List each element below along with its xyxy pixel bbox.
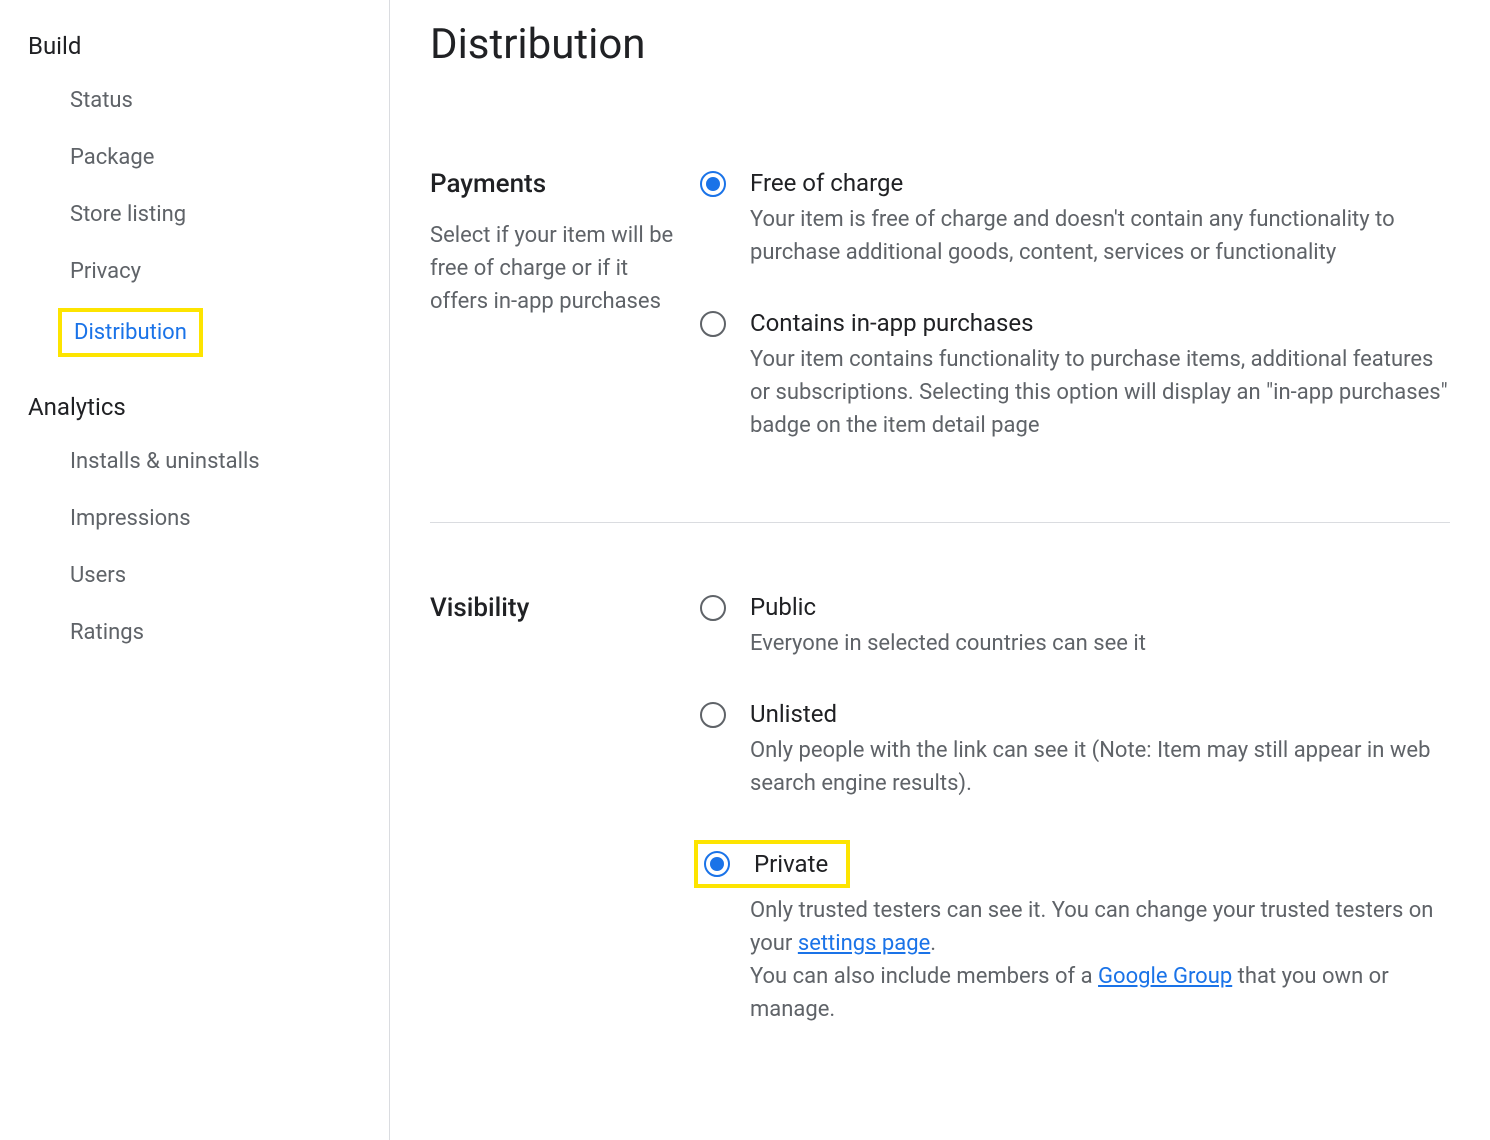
sidebar-item-distribution[interactable]: Distribution (70, 316, 191, 349)
main-content: Distribution Payments Select if your ite… (390, 0, 1490, 1140)
option-private-label: Private (754, 850, 828, 878)
sidebar-item-status[interactable]: Status (0, 72, 389, 129)
option-iap-content: Contains in-app purchases Your item cont… (750, 309, 1450, 442)
private-desc-mid: . (930, 931, 936, 956)
sidebar-item-store-listing[interactable]: Store listing (0, 186, 389, 243)
link-google-group[interactable]: Google Group (1098, 964, 1232, 989)
option-unlisted-content: Unlisted Only people with the link can s… (750, 700, 1450, 800)
radio-free[interactable] (700, 171, 726, 197)
option-unlisted-label: Unlisted (750, 700, 1450, 728)
page-title: Distribution (430, 20, 1450, 69)
payments-hint: Select if your item will be free of char… (430, 219, 680, 318)
option-unlisted: Unlisted Only people with the link can s… (700, 700, 1450, 800)
option-public-label: Public (750, 593, 1450, 621)
option-free-label: Free of charge (750, 169, 1450, 197)
sidebar-item-impressions[interactable]: Impressions (0, 490, 389, 547)
option-iap: Contains in-app purchases Your item cont… (700, 309, 1450, 442)
radio-public[interactable] (700, 595, 726, 621)
payments-title: Payments (430, 169, 680, 199)
radio-private[interactable] (704, 851, 730, 877)
radio-iap[interactable] (700, 311, 726, 337)
section-visibility-right: Public Everyone in selected countries ca… (700, 593, 1450, 1026)
option-public-content: Public Everyone in selected countries ca… (750, 593, 1450, 660)
option-public: Public Everyone in selected countries ca… (700, 593, 1450, 660)
sidebar-item-package[interactable]: Package (0, 129, 389, 186)
option-free-content: Free of charge Your item is free of char… (750, 169, 1450, 269)
sidebar: Build Status Package Store listing Priva… (0, 0, 390, 1140)
sidebar-item-ratings[interactable]: Ratings (0, 604, 389, 661)
option-unlisted-desc: Only people with the link can see it (No… (750, 734, 1450, 800)
section-payments-left: Payments Select if your item will be fre… (430, 169, 700, 442)
section-payments: Payments Select if your item will be fre… (430, 169, 1450, 523)
option-private: Private Only trusted testers can see it.… (700, 840, 1450, 1026)
sidebar-highlight-distribution: Distribution (58, 308, 203, 357)
option-iap-label: Contains in-app purchases (750, 309, 1450, 337)
link-settings-page[interactable]: settings page (798, 931, 930, 956)
option-iap-desc: Your item contains functionality to purc… (750, 343, 1450, 442)
private-desc-line2-pre: You can also include members of a (750, 964, 1098, 989)
option-free: Free of charge Your item is free of char… (700, 169, 1450, 269)
option-free-desc: Your item is free of charge and doesn't … (750, 203, 1450, 269)
section-visibility: Visibility Public Everyone in selected c… (430, 593, 1450, 1106)
sidebar-item-privacy[interactable]: Privacy (0, 243, 389, 300)
section-payments-right: Free of charge Your item is free of char… (700, 169, 1450, 442)
sidebar-item-users[interactable]: Users (0, 547, 389, 604)
sidebar-section-build: Build (0, 20, 389, 72)
option-public-desc: Everyone in selected countries can see i… (750, 627, 1450, 660)
sidebar-item-installs[interactable]: Installs & uninstalls (0, 433, 389, 490)
sidebar-section-analytics: Analytics (0, 381, 389, 433)
option-private-highlight: Private (694, 840, 850, 888)
visibility-title: Visibility (430, 593, 680, 623)
option-private-desc: Only trusted testers can see it. You can… (750, 894, 1450, 1026)
radio-unlisted[interactable] (700, 702, 726, 728)
section-visibility-left: Visibility (430, 593, 700, 1026)
